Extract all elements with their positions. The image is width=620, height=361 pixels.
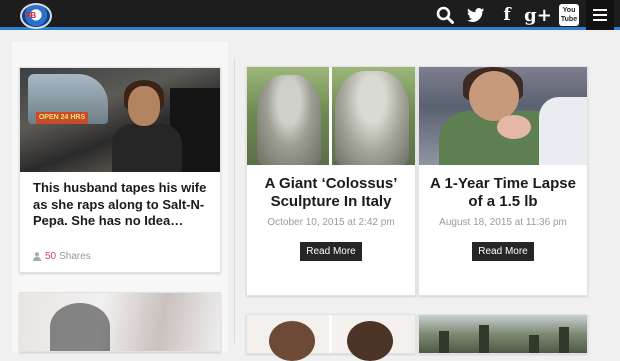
- article-title[interactable]: A Giant ‘Colossus’ Sculpture In Italy: [253, 175, 409, 211]
- column-divider: [234, 58, 235, 343]
- twitter-icon[interactable]: [465, 4, 487, 26]
- article-date: October 10, 2015 at 2:42 pm: [267, 217, 395, 228]
- article-title[interactable]: A 1-Year Time Lapse of a 1.5 lb: [425, 175, 581, 211]
- article-date: August 18, 2015 at 11:36 pm: [439, 217, 567, 228]
- share-number: 50: [45, 251, 57, 262]
- user-icon: [33, 252, 41, 261]
- article-card[interactable]: A Giant ‘Colossus’ Sculpture In Italy Oc…: [246, 66, 416, 296]
- youtube-label: You Tube: [559, 4, 579, 26]
- social-icons: f g+ You Tube: [425, 0, 614, 30]
- store-sign: OPEN 24 HRS: [36, 112, 88, 124]
- search-icon[interactable]: [434, 4, 456, 26]
- youtube-icon[interactable]: You Tube: [558, 4, 580, 26]
- share-label: Shares: [59, 251, 91, 262]
- share-count: 50 Shares: [33, 251, 91, 262]
- article-card[interactable]: [246, 314, 416, 361]
- article-card[interactable]: OPEN 24 HRS This husband tapes his wife …: [19, 67, 221, 273]
- google-plus-icon[interactable]: g+: [524, 4, 552, 26]
- article-card[interactable]: [19, 292, 221, 352]
- facebook-icon[interactable]: f: [496, 4, 518, 26]
- article-card[interactable]: A 1-Year Time Lapse of a 1.5 lb August 1…: [418, 66, 588, 296]
- article-thumbnail[interactable]: [419, 315, 587, 353]
- article-card[interactable]: [418, 314, 588, 354]
- article-thumbnail[interactable]: OPEN 24 HRS: [20, 68, 220, 172]
- article-thumbnail[interactable]: [247, 67, 415, 165]
- article-thumbnail[interactable]: [419, 67, 587, 165]
- logo-text: FB: [26, 11, 36, 20]
- read-more-button[interactable]: Read More: [300, 242, 362, 261]
- top-navigation-bar: FB f g+ You Tube: [0, 0, 620, 30]
- article-title[interactable]: This husband tapes his wife as she raps …: [33, 180, 213, 230]
- read-more-button[interactable]: Read More: [472, 242, 534, 261]
- article-thumbnail[interactable]: [20, 293, 220, 351]
- site-logo[interactable]: FB: [20, 3, 52, 29]
- menu-icon[interactable]: [586, 0, 614, 30]
- article-thumbnail[interactable]: [247, 315, 415, 361]
